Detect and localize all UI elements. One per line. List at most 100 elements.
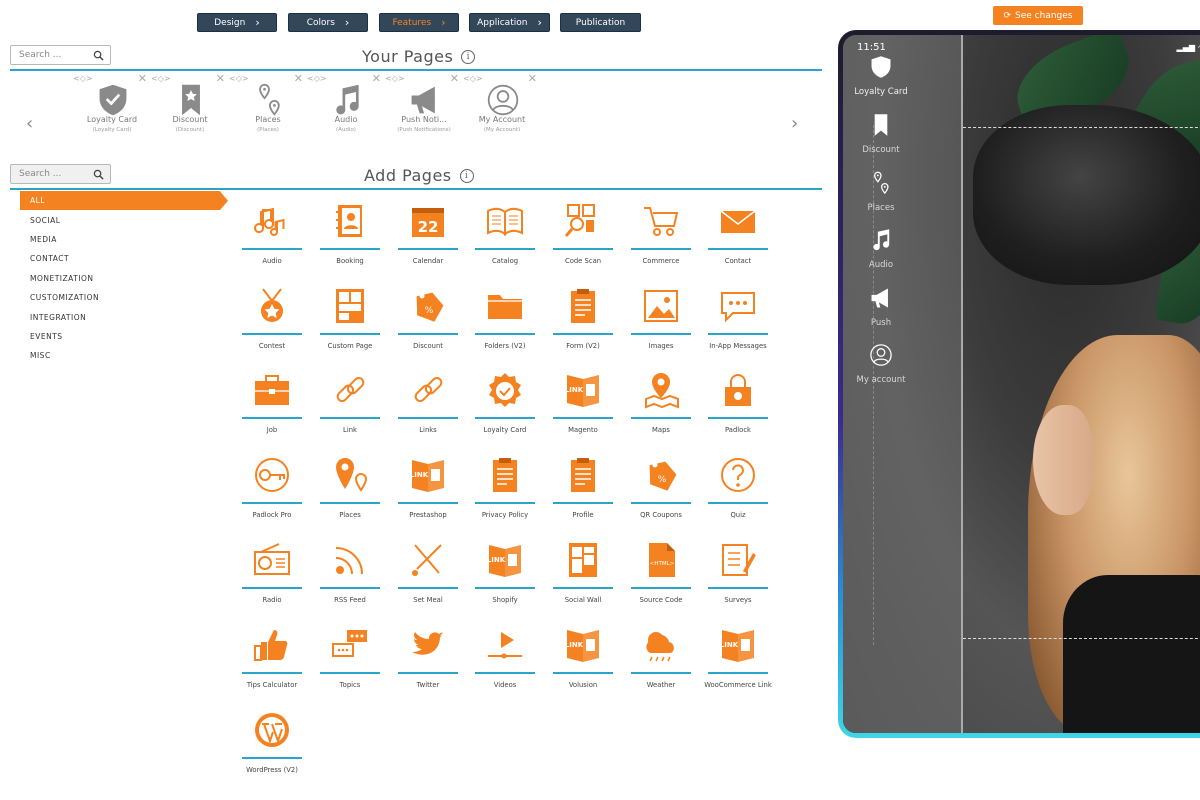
- tile-label: Job: [266, 426, 278, 434]
- page-tile[interactable]: Loyalty Card: [474, 367, 536, 445]
- svg-text:%: %: [658, 475, 667, 485]
- page-tile[interactable]: Tips Calculator: [241, 622, 303, 700]
- drag-handle-icon[interactable]: <◇>: [385, 74, 405, 83]
- page-tile[interactable]: Folders (V2): [474, 283, 536, 361]
- page-tile[interactable]: Maps: [630, 367, 692, 445]
- page-tile[interactable]: Contest: [241, 283, 303, 361]
- page-tile[interactable]: LINK Shopify: [474, 537, 536, 615]
- bookmark-star-icon: [874, 114, 888, 136]
- page-tile[interactable]: WordPress (V2): [241, 707, 303, 785]
- page-tile[interactable]: Custom Page: [319, 283, 381, 361]
- close-icon[interactable]: ✕: [528, 72, 537, 85]
- nav-step-application[interactable]: Application ›: [469, 13, 550, 32]
- page-tile[interactable]: LINK Magento: [552, 367, 614, 445]
- drag-handle-icon[interactable]: <◇>: [463, 74, 483, 83]
- nav-step-design[interactable]: Design ›: [197, 13, 277, 32]
- page-tile[interactable]: <HTML> Source Code: [630, 537, 692, 615]
- page-tile[interactable]: LINK Volusion: [552, 622, 614, 700]
- your-page-item[interactable]: <◇> ✕ Push Noti... (Push Notifications): [385, 72, 463, 138]
- category-item-all[interactable]: ALL: [20, 191, 228, 211]
- page-tile[interactable]: Weather: [630, 622, 692, 700]
- page-tile[interactable]: Contact: [707, 198, 769, 276]
- close-icon[interactable]: ✕: [216, 72, 225, 85]
- nav-step-label: Publication: [575, 17, 626, 28]
- page-tile[interactable]: Job: [241, 367, 303, 445]
- phone-menu-label: Audio: [868, 260, 894, 270]
- your-page-item[interactable]: <◇> ✕ Discount (Discount): [151, 72, 229, 138]
- close-icon[interactable]: ✕: [138, 72, 147, 85]
- page-tile[interactable]: Padlock: [707, 367, 769, 445]
- close-icon[interactable]: ✕: [450, 72, 459, 85]
- page-tile[interactable]: Places: [319, 452, 381, 530]
- nav-step-features[interactable]: Features ›: [379, 13, 459, 32]
- category-item-events[interactable]: EVENTS: [20, 327, 228, 346]
- your-page-item[interactable]: <◇> ✕ Audio (Audio): [307, 72, 385, 138]
- page-tile[interactable]: Form (V2): [552, 283, 614, 361]
- document-list-icon: [493, 458, 517, 492]
- your-page-item[interactable]: <◇> ✕ Loyalty Card (Loyalty Card): [73, 72, 151, 138]
- info-icon[interactable]: i: [459, 168, 474, 183]
- page-tile[interactable]: Videos: [474, 622, 536, 700]
- tile-underline: [320, 672, 380, 674]
- page-tile[interactable]: Images: [630, 283, 692, 361]
- phone-menu-item[interactable]: Loyalty Card: [843, 55, 919, 97]
- page-tile[interactable]: LINK Prestashop: [397, 452, 459, 530]
- category-item-social[interactable]: SOCIAL: [20, 210, 228, 229]
- page-tile[interactable]: % QR Coupons: [630, 452, 692, 530]
- briefcase-icon: [255, 375, 289, 405]
- page-tile[interactable]: Audio: [241, 198, 303, 276]
- category-item-customization[interactable]: CUSTOMIZATION: [20, 288, 228, 307]
- page-tile[interactable]: Social Wall: [552, 537, 614, 615]
- see-changes-button[interactable]: ⟳ See changes: [993, 6, 1083, 25]
- page-tile[interactable]: Quiz: [707, 452, 769, 530]
- phone-menu-item[interactable]: Audio: [843, 228, 919, 270]
- category-item-media[interactable]: MEDIA: [20, 230, 228, 249]
- page-tile[interactable]: Catalog: [474, 198, 536, 276]
- page-tile[interactable]: Booking: [319, 198, 381, 276]
- your-page-sublabel: (Discount): [175, 127, 205, 133]
- drag-handle-icon[interactable]: <◇>: [151, 74, 171, 83]
- page-tile[interactable]: Padlock Pro: [241, 452, 303, 530]
- phone-menu-item[interactable]: Discount: [843, 113, 919, 155]
- phone-menu-item[interactable]: My account: [843, 343, 919, 385]
- your-page-item[interactable]: <◇> ✕ My Account (My Account): [463, 72, 541, 138]
- category-item-contact[interactable]: CONTACT: [20, 249, 228, 268]
- drag-handle-icon[interactable]: <◇>: [307, 74, 327, 83]
- drag-handle-icon[interactable]: <◇>: [73, 74, 93, 83]
- page-tile[interactable]: LINK WooCommerce Link: [704, 622, 772, 700]
- page-tile[interactable]: Surveys: [707, 537, 769, 615]
- page-tile[interactable]: Link: [319, 367, 381, 445]
- nav-step-publication[interactable]: Publication: [560, 13, 641, 32]
- page-tile[interactable]: RSS Feed: [319, 537, 381, 615]
- close-icon[interactable]: ✕: [372, 72, 381, 85]
- phone-menu-item[interactable]: Places: [843, 171, 919, 213]
- chevron-right-icon[interactable]: ›: [791, 113, 798, 134]
- close-icon[interactable]: ✕: [294, 72, 303, 85]
- page-tile[interactable]: 22 Calendar: [397, 198, 459, 276]
- page-tile[interactable]: In-App Messages: [707, 283, 769, 361]
- category-item-monetization[interactable]: MONETIZATION: [20, 269, 228, 288]
- chevron-left-icon[interactable]: ‹: [26, 113, 33, 134]
- page-tile[interactable]: Privacy Policy: [474, 452, 536, 530]
- your-pages-search-input[interactable]: Search ...: [10, 45, 111, 65]
- page-tile[interactable]: Set Meal: [397, 537, 459, 615]
- page-tile[interactable]: Profile: [552, 452, 614, 530]
- user-circle-icon: [870, 344, 892, 366]
- add-pages-search-input[interactable]: Search ...: [10, 164, 111, 184]
- page-tile[interactable]: Topics: [319, 622, 381, 700]
- phone-menu-item[interactable]: Push: [843, 286, 919, 328]
- category-item-integration[interactable]: INTEGRATION: [20, 307, 228, 326]
- page-tile[interactable]: Radio: [241, 537, 303, 615]
- page-tile[interactable]: % Discount: [397, 283, 459, 361]
- page-tile[interactable]: Twitter: [397, 622, 459, 700]
- info-icon[interactable]: i: [461, 49, 476, 64]
- page-tile[interactable]: Links: [397, 367, 459, 445]
- tile-underline: [398, 672, 458, 674]
- nav-step-colors[interactable]: Colors ›: [288, 13, 368, 32]
- page-tile[interactable]: Commerce: [630, 198, 692, 276]
- tile-label: Profile: [572, 511, 594, 519]
- page-tile[interactable]: Code Scan: [552, 198, 614, 276]
- category-item-misc[interactable]: MISC: [20, 346, 228, 365]
- your-page-item[interactable]: <◇> ✕ Places (Places): [229, 72, 307, 138]
- drag-handle-icon[interactable]: <◇>: [229, 74, 249, 83]
